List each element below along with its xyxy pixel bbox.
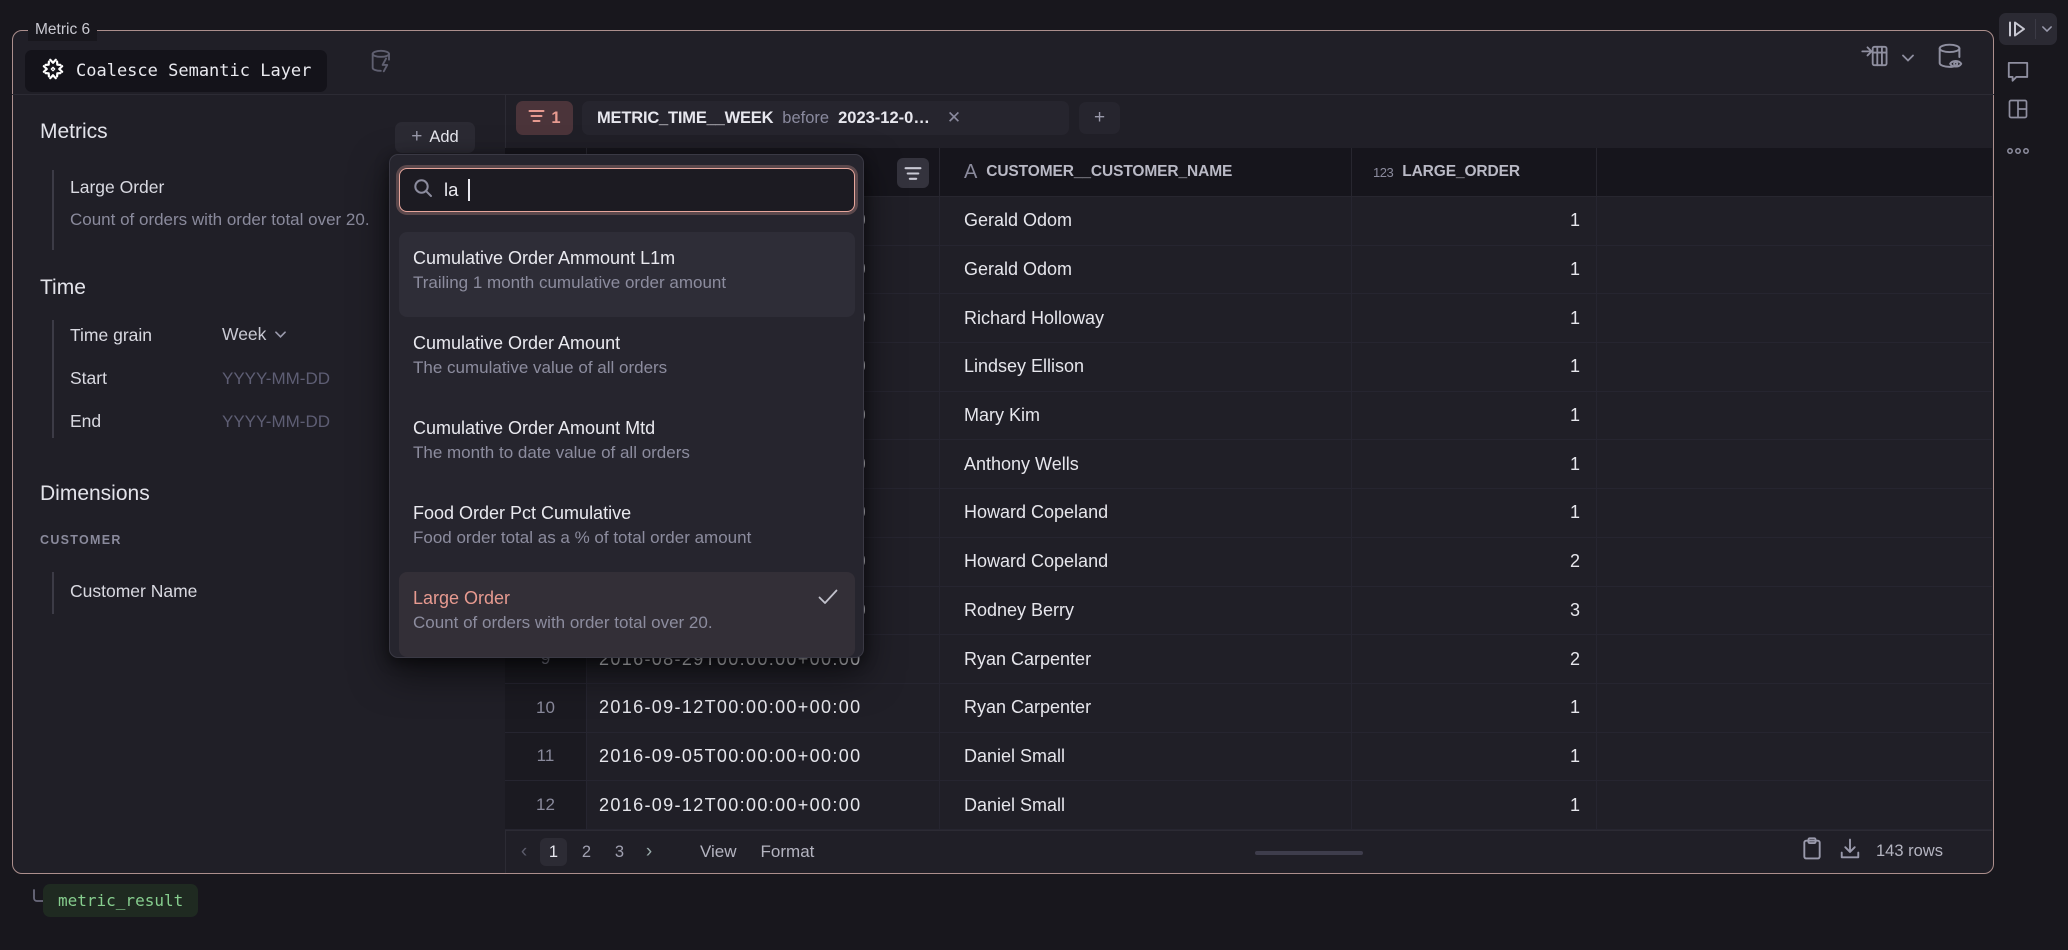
row-count: 143 rows: [1876, 842, 1943, 861]
run-options-chevron-icon[interactable]: [2036, 24, 2057, 34]
empty-column-header: [1597, 148, 1992, 196]
close-icon[interactable]: ✕: [947, 108, 961, 128]
end-date-input[interactable]: YYYY-MM-DD: [222, 412, 330, 432]
cell-title: Metric 6: [28, 19, 97, 41]
metric-search-dropdown: la Cumulative Order Ammount L1m Trailing…: [389, 154, 864, 658]
time-grain-select[interactable]: Week: [222, 324, 288, 345]
table-output-icon[interactable]: [1860, 42, 1890, 75]
text-caret: [468, 179, 470, 201]
next-page-button[interactable]: ›: [636, 841, 662, 863]
table-footer: ‹ 1 2 3 › View Format: [505, 830, 1992, 873]
search-query: la: [444, 179, 458, 201]
large-order-column-header[interactable]: 123 LARGE_ORDER: [1352, 148, 1597, 196]
brand-chip: Coalesce Semantic Layer: [25, 50, 327, 92]
dropdown-item[interactable]: Food Order Pct Cumulative Food order tot…: [399, 487, 855, 572]
filter-value: 2023-12-0…: [838, 109, 930, 128]
customer-column-header[interactable]: A CUSTOMER__CUSTOMER_NAME: [940, 148, 1352, 196]
time-grain-value: Week: [222, 324, 266, 345]
result-variable-chip[interactable]: metric_result: [43, 884, 198, 917]
dropdown-item[interactable]: Cumulative Order Amount Mtd The month to…: [399, 402, 855, 487]
metric-item-description: Count of orders with order total over 20…: [70, 210, 370, 230]
check-icon: [817, 588, 839, 611]
add-metric-button[interactable]: + Add: [395, 122, 475, 153]
end-label: End: [70, 411, 101, 432]
dropdown-item[interactable]: Cumulative Order Amount The cumulative v…: [399, 317, 855, 402]
string-type-icon: A: [964, 161, 977, 184]
plus-icon: +: [1094, 107, 1105, 129]
time-group: [52, 320, 54, 438]
database-lightning-icon[interactable]: [368, 48, 396, 81]
filter-field: METRIC_TIME__WEEK: [597, 109, 773, 128]
chevron-down-icon: [273, 324, 288, 345]
filter-chip[interactable]: METRIC_TIME__WEEK before 2023-12-0… ✕: [582, 101, 1069, 135]
coalesce-logo-icon: [41, 57, 65, 86]
view-menu-button[interactable]: View: [700, 842, 737, 862]
number-type-icon: 123: [1373, 165, 1393, 180]
horizontal-scrollbar-thumb[interactable]: [1255, 851, 1363, 855]
start-label: Start: [70, 368, 107, 389]
add-button-label: Add: [429, 128, 458, 147]
run-cell-button-group: [1999, 13, 2057, 45]
column-filter-button[interactable]: [897, 158, 929, 188]
filter-count: 1: [551, 109, 560, 128]
add-filter-button[interactable]: +: [1079, 102, 1120, 134]
metrics-heading: Metrics: [40, 120, 108, 144]
download-icon[interactable]: [1838, 836, 1862, 867]
table-row[interactable]: 12 2016-09-12T00:00:00+00:00 Daniel Smal…: [505, 781, 1992, 830]
filter-icon: [528, 109, 545, 128]
time-heading: Time: [40, 276, 86, 300]
large-order-column-label: LARGE_ORDER: [1402, 163, 1520, 181]
header-divider: [12, 94, 1994, 95]
result-variable-name: metric_result: [58, 891, 183, 910]
chevron-down-icon[interactable]: [1900, 51, 1916, 69]
table-row[interactable]: 10 2016-09-12T00:00:00+00:00 Ryan Carpen…: [505, 684, 1992, 733]
dimension-item-name[interactable]: Customer Name: [70, 581, 197, 602]
time-grain-label: Time grain: [70, 325, 152, 346]
plus-icon: +: [411, 126, 422, 148]
format-menu-button[interactable]: Format: [761, 842, 815, 862]
brand-label: Coalesce Semantic Layer: [76, 61, 311, 81]
filter-operator: before: [782, 109, 829, 128]
metric-item-group: [52, 170, 54, 250]
search-icon: [412, 177, 434, 204]
prev-page-button[interactable]: ‹: [511, 841, 537, 863]
dimensions-heading: Dimensions: [40, 482, 150, 506]
page-button-2[interactable]: 2: [573, 838, 600, 866]
dimension-group-label: CUSTOMER: [40, 533, 122, 547]
page-button-3[interactable]: 3: [606, 838, 633, 866]
run-icon[interactable]: [1999, 19, 2035, 39]
start-date-input[interactable]: YYYY-MM-DD: [222, 369, 330, 389]
metric-item-name[interactable]: Large Order: [70, 177, 164, 198]
customer-column-label: CUSTOMER__CUSTOMER_NAME: [986, 163, 1232, 181]
page-button-1[interactable]: 1: [540, 838, 567, 866]
layout-icon[interactable]: [2006, 97, 2030, 126]
comment-icon[interactable]: [2005, 58, 2031, 89]
dropdown-item[interactable]: Cumulative Order Ammount L1m Trailing 1 …: [399, 232, 855, 317]
copy-icon[interactable]: [1800, 836, 1824, 867]
filter-count-badge[interactable]: 1: [516, 101, 573, 135]
table-actions: 143 rows: [1800, 836, 1943, 867]
database-preview-icon[interactable]: [1934, 41, 1970, 78]
metric-search-input[interactable]: la: [399, 168, 855, 212]
dropdown-item-selected[interactable]: Large Order Count of orders with order t…: [399, 572, 855, 657]
table-row[interactable]: 11 2016-09-05T00:00:00+00:00 Daniel Smal…: [505, 733, 1992, 782]
more-options-icon[interactable]: [2006, 144, 2030, 162]
dimension-item-group: [52, 572, 54, 614]
screen: Metric 6 Coalesce Semantic Layer: [0, 0, 2068, 950]
